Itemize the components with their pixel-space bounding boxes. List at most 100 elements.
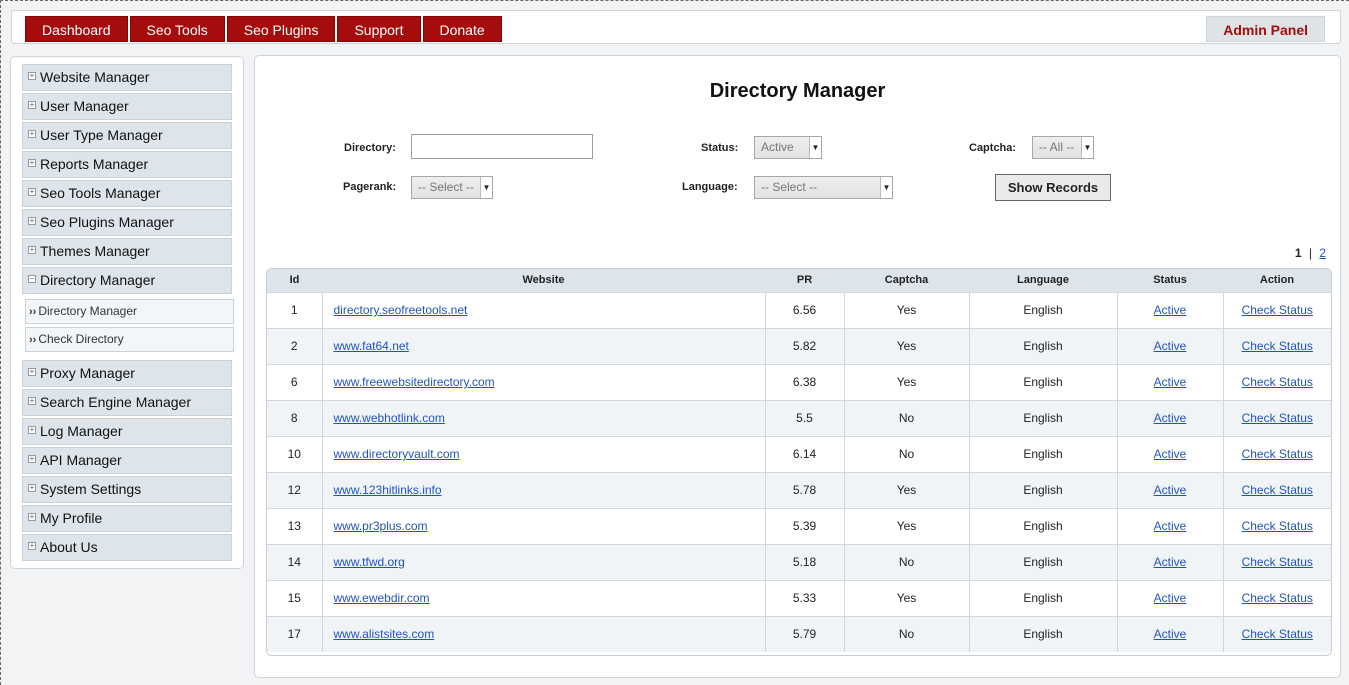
nav-dashboard[interactable]: Dashboard bbox=[25, 16, 128, 42]
show-records-button[interactable]: Show Records bbox=[995, 174, 1111, 201]
pagerank-select[interactable]: -- Select -- ▼ bbox=[411, 176, 493, 199]
chevron-down-icon: ▼ bbox=[809, 137, 821, 158]
check-status-link[interactable]: Check Status bbox=[1242, 555, 1313, 569]
status-link[interactable]: Active bbox=[1154, 519, 1187, 533]
table-row: 13 www.pr3plus.com 5.39 Yes English Active Che… bbox=[267, 507, 1331, 544]
website-link[interactable]: www.tfwd.org bbox=[334, 555, 405, 569]
expand-icon: + bbox=[28, 367, 36, 377]
cell-action: Check Status bbox=[1222, 327, 1331, 364]
website-link[interactable]: www.pr3plus.com bbox=[334, 519, 428, 533]
cell-language: English bbox=[968, 435, 1117, 472]
check-status-link[interactable]: Check Status bbox=[1242, 375, 1313, 389]
language-select[interactable]: -- Select -- ▼ bbox=[754, 176, 893, 199]
table-row: 1 directory.seofreetools.net 6.56 Yes Englis… bbox=[267, 291, 1331, 328]
cell-captcha: No bbox=[843, 543, 969, 580]
sidebar-item-search-engine-manager[interactable]: + Search Engine Manager bbox=[22, 389, 232, 416]
cell-id: 15 bbox=[267, 579, 322, 616]
cell-action: Check Status bbox=[1222, 579, 1331, 616]
website-link[interactable]: www.directoryvault.com bbox=[334, 447, 460, 461]
sidebar-item-my-profile[interactable]: + My Profile bbox=[22, 505, 232, 532]
sidebar-item-website-manager[interactable]: + Website Manager bbox=[22, 64, 232, 91]
col-language[interactable]: Language bbox=[969, 269, 1117, 292]
sidebar-item-label: User Manager bbox=[40, 98, 129, 114]
check-status-link[interactable]: Check Status bbox=[1242, 519, 1313, 533]
check-status-link[interactable]: Check Status bbox=[1242, 303, 1313, 317]
nav-support[interactable]: Support bbox=[337, 16, 421, 42]
check-status-link[interactable]: Check Status bbox=[1242, 339, 1313, 353]
table-row: 8 www.webhotlink.com 5.5 No English Active Che… bbox=[267, 399, 1331, 436]
status-select[interactable]: Active ▼ bbox=[754, 136, 822, 159]
cell-status: Active bbox=[1116, 399, 1223, 436]
directory-label: Directory: bbox=[344, 142, 396, 154]
cell-website: www.pr3plus.com bbox=[321, 507, 765, 544]
sidebar-item-label: Directory Manager bbox=[40, 272, 156, 288]
cell-pr: 5.33 bbox=[764, 579, 844, 616]
status-link[interactable]: Active bbox=[1154, 483, 1187, 497]
nav-seo-plugins[interactable]: Seo Plugins bbox=[226, 16, 336, 42]
col-captcha[interactable]: Captcha bbox=[844, 269, 969, 292]
cell-pr: 6.38 bbox=[764, 363, 844, 400]
sidebar-item-reports-manager[interactable]: + Reports Manager bbox=[22, 151, 232, 178]
sidebar-item-user-type-manager[interactable]: + User Type Manager bbox=[22, 122, 232, 149]
sidebar-item-themes-manager[interactable]: + Themes Manager bbox=[22, 238, 232, 265]
col-action[interactable]: Action bbox=[1223, 269, 1331, 292]
expand-icon: + bbox=[28, 454, 36, 464]
col-id[interactable]: Id bbox=[267, 269, 322, 292]
cell-captcha: No bbox=[843, 399, 969, 436]
status-link[interactable]: Active bbox=[1154, 591, 1187, 605]
sidebar-item-about-us[interactable]: + About Us bbox=[22, 534, 232, 561]
check-status-link[interactable]: Check Status bbox=[1242, 447, 1313, 461]
cell-pr: 5.39 bbox=[764, 507, 844, 544]
sidebar-item-user-manager[interactable]: + User Manager bbox=[22, 93, 232, 120]
check-status-link[interactable]: Check Status bbox=[1242, 627, 1313, 641]
captcha-select[interactable]: -- All -- ▼ bbox=[1032, 136, 1094, 159]
col-website[interactable]: Website bbox=[322, 269, 765, 292]
cell-pr: 5.82 bbox=[764, 327, 844, 364]
status-link[interactable]: Active bbox=[1154, 411, 1187, 425]
website-link[interactable]: www.123hitlinks.info bbox=[334, 483, 442, 497]
sidebar-item-log-manager[interactable]: + Log Manager bbox=[22, 418, 232, 445]
cell-status: Active bbox=[1116, 579, 1223, 616]
status-link[interactable]: Active bbox=[1154, 375, 1187, 389]
cell-website: www.webhotlink.com bbox=[321, 399, 765, 436]
pagerank-label: Pagerank: bbox=[343, 181, 397, 193]
nav-seo-tools[interactable]: Seo Tools bbox=[129, 16, 225, 42]
status-link[interactable]: Active bbox=[1154, 627, 1187, 641]
cell-action: Check Status bbox=[1222, 291, 1331, 328]
status-link[interactable]: Active bbox=[1154, 555, 1187, 569]
status-link[interactable]: Active bbox=[1154, 339, 1187, 353]
website-link[interactable]: www.freewebsitedirectory.com bbox=[334, 375, 495, 389]
website-link[interactable]: www.alistsites.com bbox=[334, 627, 435, 641]
sidebar-subitem-label: Directory Manager bbox=[38, 304, 138, 318]
cell-pr: 5.79 bbox=[764, 615, 844, 652]
sidebar-item-directory-manager[interactable]: − Directory Manager bbox=[22, 267, 232, 294]
check-status-link[interactable]: Check Status bbox=[1242, 411, 1313, 425]
sidebar-item-seo-plugins-manager[interactable]: + Seo Plugins Manager bbox=[22, 209, 232, 236]
cell-website: www.fat64.net bbox=[321, 327, 765, 364]
sidebar-item-system-settings[interactable]: + System Settings bbox=[22, 476, 232, 503]
check-status-link[interactable]: Check Status bbox=[1242, 483, 1313, 497]
check-status-link[interactable]: Check Status bbox=[1242, 591, 1313, 605]
col-pr[interactable]: PR bbox=[765, 269, 844, 292]
directory-input[interactable] bbox=[411, 134, 593, 159]
cell-language: English bbox=[968, 615, 1117, 652]
col-status[interactable]: Status bbox=[1117, 269, 1223, 292]
website-link[interactable]: directory.seofreetools.net bbox=[334, 303, 468, 317]
cell-status: Active bbox=[1116, 507, 1223, 544]
status-link[interactable]: Active bbox=[1154, 447, 1187, 461]
cell-status: Active bbox=[1116, 435, 1223, 472]
nav-donate[interactable]: Donate bbox=[422, 16, 502, 42]
website-link[interactable]: www.ewebdir.com bbox=[334, 591, 430, 605]
status-link[interactable]: Active bbox=[1154, 303, 1187, 317]
sidebar-item-proxy-manager[interactable]: + Proxy Manager bbox=[22, 360, 232, 387]
sidebar-subitem-check-directory[interactable]: ›› Check Directory bbox=[25, 327, 234, 352]
page-link-2[interactable]: 2 bbox=[1319, 246, 1326, 260]
sidebar-item-seo-tools-manager[interactable]: + Seo Tools Manager bbox=[22, 180, 232, 207]
cell-id: 13 bbox=[267, 507, 322, 544]
sidebar-item-api-manager[interactable]: + API Manager bbox=[22, 447, 232, 474]
sidebar-subitem-directory-manager[interactable]: ›› Directory Manager bbox=[25, 299, 234, 324]
website-link[interactable]: www.webhotlink.com bbox=[334, 411, 445, 425]
admin-panel-button[interactable]: Admin Panel bbox=[1206, 16, 1325, 42]
cell-status: Active bbox=[1116, 615, 1223, 652]
website-link[interactable]: www.fat64.net bbox=[334, 339, 409, 353]
